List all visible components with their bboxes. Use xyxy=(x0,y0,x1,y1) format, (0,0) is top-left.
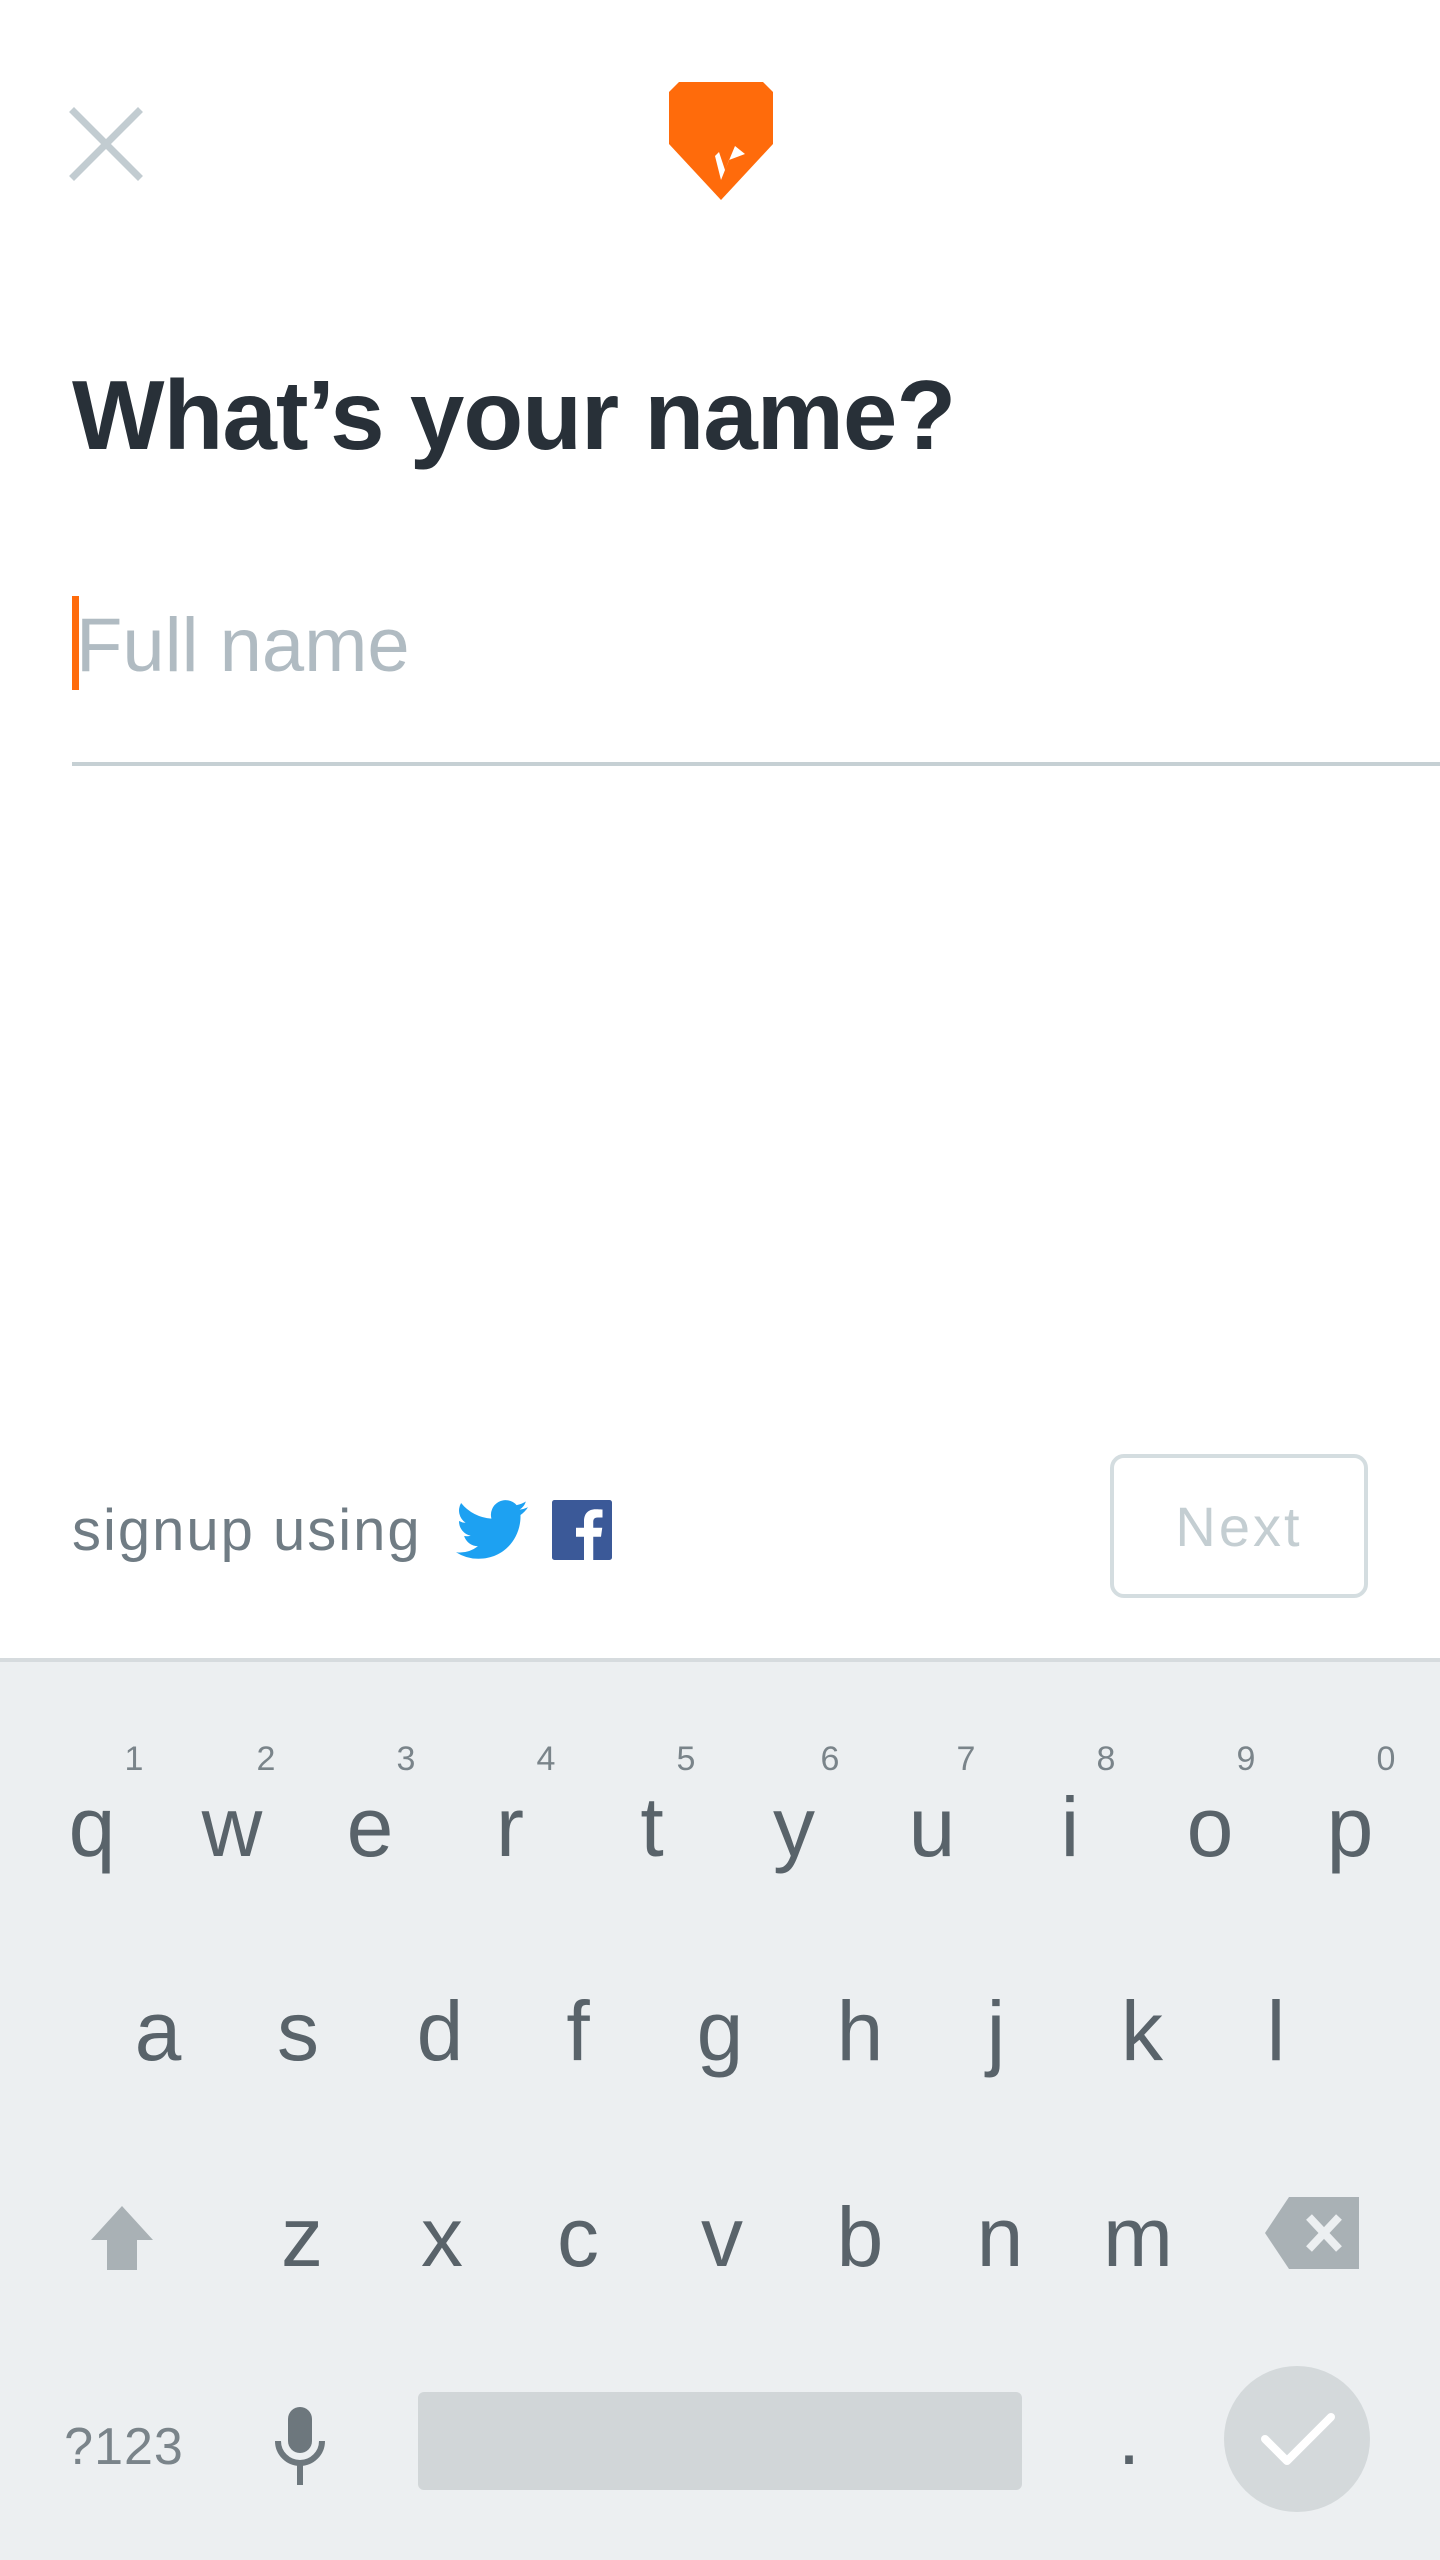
facebook-icon[interactable] xyxy=(551,1500,612,1560)
soft-keyboard: q1 w2 e3 r4 t5 y6 u7 i8 o9 p0 a s d f g … xyxy=(0,1658,1440,2560)
fox-logo-icon xyxy=(669,82,773,200)
key-hint: 2 xyxy=(256,1740,276,1778)
key-y[interactable]: y6 xyxy=(734,1740,854,1912)
key-g[interactable]: g xyxy=(660,1946,780,2116)
key-hint: 1 xyxy=(124,1740,144,1778)
key-label: t xyxy=(640,1779,664,1874)
key-label: p xyxy=(1326,1779,1374,1874)
key-hint: 8 xyxy=(1096,1740,1116,1778)
key-label: q xyxy=(68,1779,116,1874)
key-label: j xyxy=(986,1983,1006,2078)
key-s[interactable]: s xyxy=(238,1946,358,2116)
full-name-input[interactable] xyxy=(76,590,1376,700)
key-label: g xyxy=(696,1983,744,2078)
backspace-icon xyxy=(1265,2197,1359,2269)
key-b[interactable]: b xyxy=(800,2152,920,2322)
key-o[interactable]: o9 xyxy=(1150,1740,1270,1912)
key-label: b xyxy=(836,2189,884,2284)
key-hint: 6 xyxy=(820,1740,840,1778)
key-q[interactable]: q1 xyxy=(32,1740,152,1912)
key-h[interactable]: h xyxy=(800,1946,920,2116)
key-i[interactable]: i8 xyxy=(1010,1740,1130,1912)
key-label: i xyxy=(1060,1779,1080,1874)
key-label: k xyxy=(1121,1983,1163,2078)
key-label: f xyxy=(566,1983,590,2078)
key-hint: 9 xyxy=(1236,1740,1256,1778)
key-f[interactable]: f xyxy=(518,1946,638,2116)
key-label: n xyxy=(976,2189,1024,2284)
key-label: m xyxy=(1103,2189,1173,2284)
key-label: d xyxy=(416,1983,464,2078)
key-label: o xyxy=(1186,1779,1234,1874)
social-signup-row: signup using xyxy=(72,1490,612,1570)
key-e[interactable]: e3 xyxy=(310,1740,430,1912)
full-name-field[interactable] xyxy=(72,590,1440,766)
key-label: w xyxy=(201,1779,263,1874)
key-label: y xyxy=(773,1779,815,1874)
key-v[interactable]: v xyxy=(662,2152,782,2322)
key-w[interactable]: w2 xyxy=(172,1740,292,1912)
close-button[interactable] xyxy=(56,96,156,196)
shift-key[interactable] xyxy=(72,2188,172,2288)
app-logo xyxy=(669,82,773,202)
key-hint: 7 xyxy=(956,1740,976,1778)
key-k[interactable]: k xyxy=(1082,1946,1202,2116)
checkmark-icon xyxy=(1261,2413,1335,2465)
key-hint: 0 xyxy=(1376,1740,1396,1778)
key-x[interactable]: x xyxy=(382,2152,502,2322)
key-label: r xyxy=(496,1779,524,1874)
key-u[interactable]: u7 xyxy=(872,1740,992,1912)
voice-input-key[interactable] xyxy=(250,2372,350,2522)
twitter-icon[interactable] xyxy=(455,1498,528,1562)
key-label: h xyxy=(836,1983,884,2078)
key-hint: 5 xyxy=(676,1740,696,1778)
symbols-key[interactable]: ?123 xyxy=(64,2372,184,2522)
next-button[interactable]: Next xyxy=(1110,1454,1368,1598)
page-title: What’s your name? xyxy=(72,360,956,470)
shift-arrow-icon xyxy=(91,2206,153,2270)
done-key[interactable] xyxy=(1224,2366,1370,2512)
key-label: e xyxy=(346,1779,394,1874)
space-key[interactable] xyxy=(418,2392,1022,2490)
key-label: s xyxy=(277,1983,319,2078)
key-label: z xyxy=(281,2189,323,2284)
period-key[interactable]: . xyxy=(1074,2362,1184,2512)
key-p[interactable]: p0 xyxy=(1290,1740,1410,1912)
key-c[interactable]: c xyxy=(518,2152,638,2322)
key-label: v xyxy=(701,2189,743,2284)
backspace-key[interactable] xyxy=(1258,2178,1368,2288)
key-l[interactable]: l xyxy=(1216,1946,1336,2116)
key-label: a xyxy=(134,1983,182,2078)
key-j[interactable]: j xyxy=(936,1946,1056,2116)
key-m[interactable]: m xyxy=(1078,2152,1198,2322)
key-n[interactable]: n xyxy=(940,2152,1060,2322)
close-icon xyxy=(69,107,143,181)
key-hint: 3 xyxy=(396,1740,416,1778)
key-label: u xyxy=(908,1779,956,1874)
key-r[interactable]: r4 xyxy=(450,1740,570,1912)
key-d[interactable]: d xyxy=(380,1946,500,2116)
key-label: x xyxy=(421,2189,463,2284)
key-a[interactable]: a xyxy=(98,1946,218,2116)
key-label: c xyxy=(557,2189,599,2284)
signup-using-label: signup using xyxy=(72,1497,422,1563)
key-z[interactable]: z xyxy=(242,2152,362,2322)
key-t[interactable]: t5 xyxy=(592,1740,712,1912)
key-label: l xyxy=(1266,1983,1286,2078)
microphone-icon xyxy=(275,2407,325,2485)
key-hint: 4 xyxy=(536,1740,556,1778)
